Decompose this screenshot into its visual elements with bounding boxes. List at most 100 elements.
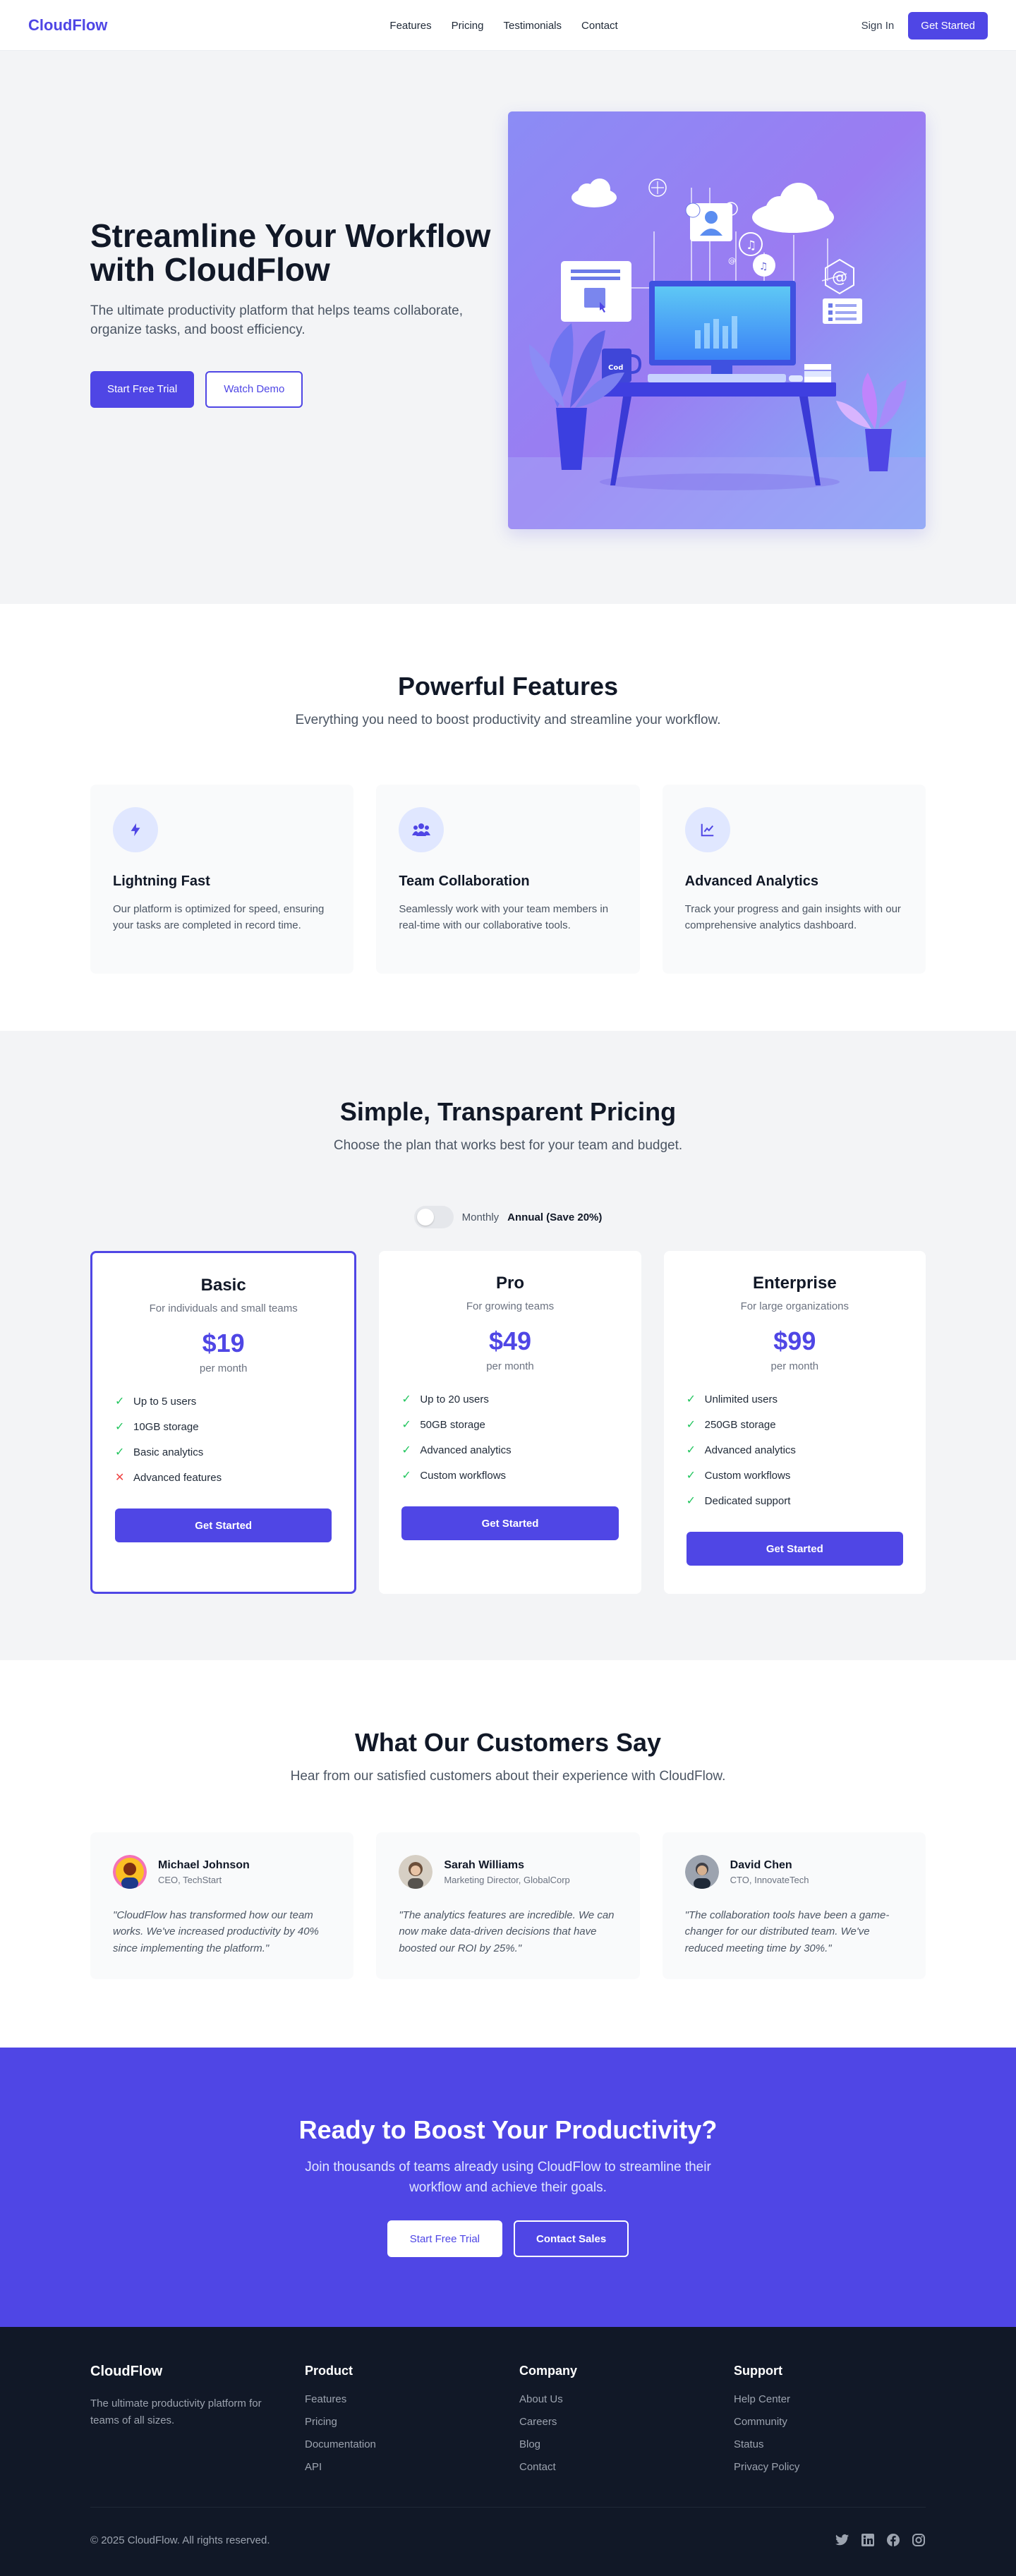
cta-subtitle: Join thousands of teams already using Cl… [305, 2160, 711, 2195]
testimonial-role: Marketing Director, GlobalCorp [444, 1874, 570, 1885]
footer-link[interactable]: Community [734, 2411, 926, 2433]
toggle-monthly-label: Monthly [461, 1211, 500, 1223]
svg-text:♫: ♫ [746, 238, 756, 253]
testimonial-role: CTO, InnovateTech [730, 1874, 809, 1885]
contact-sales-button[interactable]: Contact Sales [514, 2220, 629, 2257]
start-free-trial-button[interactable]: Start Free Trial [90, 370, 195, 408]
avatar [399, 1855, 433, 1889]
plan-name: Basic [200, 1276, 246, 1295]
pricing-card-pro: Pro For growing teams $49 per month ✓ Up … [379, 1251, 641, 1594]
pricing-title: Simple, Transparent Pricing [339, 1097, 677, 1126]
plan-feature: ✓ Dedicated support [686, 1494, 791, 1508]
footer-heading-product: Product [305, 2364, 353, 2378]
testimonial-quote: "The analytics features are incredible. … [399, 1909, 615, 1954]
plan-feature: ✓ 10GB storage [115, 1420, 199, 1434]
check-icon: ✓ [686, 1470, 696, 1482]
check-icon: ✓ [401, 1393, 411, 1405]
logo[interactable]: CloudFlow [28, 16, 107, 35]
plan-period: per month [486, 1360, 534, 1372]
plan-get-started-button[interactable]: Get Started [115, 1508, 332, 1542]
footer-link[interactable]: Status [734, 2433, 926, 2456]
testimonial-name: Sarah Williams [444, 1858, 525, 1871]
plan-feature: ✕ Advanced features [115, 1471, 222, 1484]
instagram-icon[interactable] [912, 2533, 926, 2547]
check-icon: ✓ [401, 1419, 411, 1431]
cta-title: Ready to Boost Your Productivity? [298, 2115, 718, 2144]
check-icon: ✓ [686, 1495, 696, 1507]
footer-link[interactable]: Features [305, 2388, 519, 2411]
footer-description: The ultimate productivity platform for t… [90, 2397, 262, 2426]
watch-demo-button[interactable]: Watch Demo [205, 370, 303, 408]
avatar [684, 1855, 719, 1889]
check-icon: ✓ [115, 1446, 125, 1458]
pricing-card-enterprise: Enterprise For large organizations $99 p… [663, 1251, 926, 1594]
plan-feature: ✓ Unlimited users [686, 1393, 778, 1406]
nav-link-contact[interactable]: Contact [581, 20, 618, 32]
linkedin-icon[interactable] [861, 2533, 875, 2547]
plan-price: $99 [773, 1326, 816, 1355]
feature-card: Team Collaboration Seamlessly work with … [376, 785, 640, 974]
toggle-annual-label: Annual (Save 20%) [507, 1211, 603, 1223]
nav-link-testimonials[interactable]: Testimonials [503, 20, 562, 32]
check-icon: ✓ [686, 1419, 696, 1431]
footer-heading-support: Support [734, 2364, 782, 2378]
testimonials-title: What Our Customers Say [354, 1728, 662, 1757]
plan-get-started-button[interactable]: Get Started [401, 1506, 619, 1540]
footer-link[interactable]: Privacy Policy [734, 2456, 926, 2479]
feature-title: Lightning Fast [113, 873, 210, 889]
testimonial-card: Michael Johnson CEO, TechStart "CloudFlo… [90, 1832, 354, 1979]
testimonials-subtitle: Hear from our satisfied customers about … [290, 1769, 726, 1784]
billing-toggle[interactable] [413, 1206, 454, 1228]
svg-text:@: @ [832, 269, 847, 286]
toggle-knob [416, 1209, 434, 1226]
cross-icon: ✕ [115, 1472, 125, 1484]
footer-link[interactable]: About Us [519, 2388, 734, 2411]
testimonial-role: CEO, TechStart [158, 1874, 222, 1885]
twitter-icon[interactable] [835, 2533, 849, 2547]
chart-line-icon [684, 807, 730, 852]
plan-name: Enterprise [752, 1274, 837, 1293]
footer-link[interactable]: API [305, 2456, 519, 2479]
plan-feature: ✓ Advanced analytics [401, 1444, 512, 1457]
check-icon: ✓ [686, 1444, 696, 1456]
testimonial-card: David Chen CTO, InnovateTech "The collab… [662, 1832, 926, 1979]
plan-feature: ✓ 50GB storage [401, 1418, 485, 1432]
footer-link[interactable]: Help Center [734, 2388, 926, 2411]
plan-get-started-button[interactable]: Get Started [686, 1532, 903, 1566]
social-links [835, 2533, 926, 2547]
svg-text:♫: ♫ [759, 261, 768, 272]
plan-audience: For individuals and small teams [149, 1302, 298, 1314]
check-icon: ✓ [686, 1393, 696, 1405]
nav-link-pricing[interactable]: Pricing [452, 20, 484, 32]
sign-in-link[interactable]: Sign In [861, 20, 895, 32]
bolt-icon [113, 807, 158, 852]
footer-link[interactable]: Documentation [305, 2433, 519, 2456]
plan-feature: ✓ Custom workflows [401, 1469, 507, 1482]
testimonial-card: Sarah Williams Marketing Director, Globa… [376, 1832, 640, 1979]
plan-audience: For large organizations [740, 1300, 849, 1312]
avatar [113, 1855, 147, 1889]
svg-text:@: @ [728, 256, 736, 265]
footer-link[interactable]: Contact [519, 2456, 734, 2479]
feature-card: Advanced Analytics Track your progress a… [662, 785, 926, 974]
plan-feature: ✓ Basic analytics [115, 1446, 204, 1459]
footer-link[interactable]: Blog [519, 2433, 734, 2456]
feature-desc: Our platform is optimized for speed, ens… [113, 903, 325, 932]
plan-feature: ✓ Up to 5 users [115, 1395, 197, 1408]
plan-feature: ✓ Up to 20 users [401, 1393, 489, 1406]
cta-start-free-trial-button[interactable]: Start Free Trial [387, 2220, 502, 2257]
hero-subtitle: The ultimate productivity platform that … [90, 303, 464, 338]
check-icon: ✓ [115, 1396, 125, 1408]
features-title: Powerful Features [397, 672, 619, 701]
users-icon [399, 807, 445, 852]
check-icon: ✓ [115, 1421, 125, 1433]
facebook-icon[interactable] [886, 2533, 900, 2547]
site-header: CloudFlow Features Pricing Testimonials … [0, 0, 1016, 51]
workspace-illustration: @ ♫ ♫ @ Cod [508, 111, 926, 529]
nav-link-features[interactable]: Features [389, 20, 431, 32]
testimonial-quote: "The collaboration tools have been a gam… [684, 1909, 890, 1954]
features-subtitle: Everything you need to boost productivit… [295, 713, 721, 727]
footer-link[interactable]: Pricing [305, 2411, 519, 2433]
footer-link[interactable]: Careers [519, 2411, 734, 2433]
get-started-button[interactable]: Get Started [908, 11, 988, 40]
